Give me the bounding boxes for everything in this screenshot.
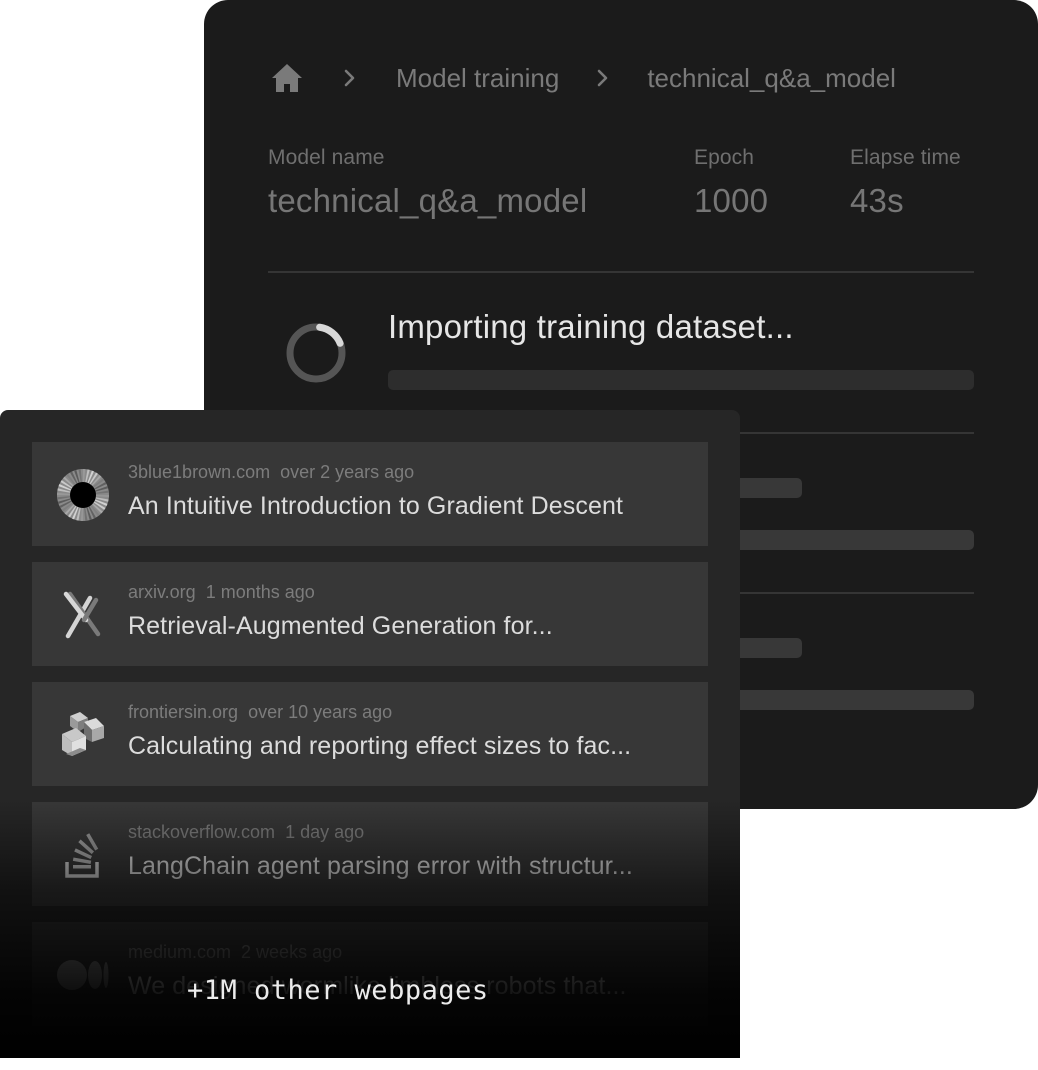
source-title[interactable]: LangChain agent parsing error with struc… xyxy=(128,852,633,881)
home-icon[interactable] xyxy=(270,61,304,95)
source-title[interactable]: Retrieval-Augmented Generation for... xyxy=(128,612,553,641)
source-domain: medium.com 2 weeks ago xyxy=(128,942,343,962)
list-item[interactable]: stackoverflow.com 1 day ago LangChain age… xyxy=(32,802,708,906)
list-item[interactable]: arxiv.org 1 months ago Retrieval-Augmente… xyxy=(32,562,708,666)
list-item[interactable]: medium.com 2 weeks ago We designed wormli… xyxy=(32,922,708,1026)
source-domain: stackoverflow.com 1 day ago xyxy=(128,822,365,842)
chevron-right-icon xyxy=(344,69,355,87)
medium-logo-icon xyxy=(57,960,109,990)
breadcrumb: Model training technical_q&a_model xyxy=(270,60,896,96)
list-item[interactable]: frontiersin.org over 10 years ago Calcula… xyxy=(32,682,708,786)
source-age: over 2 years ago xyxy=(280,462,415,482)
step-progress-bar xyxy=(388,370,974,390)
spinner-icon xyxy=(286,323,346,383)
epoch-value: 1000 xyxy=(694,182,769,219)
list-item[interactable]: 3blue1brown.com over 2 years ago An Intui… xyxy=(32,442,708,546)
source-age: 2 weeks ago xyxy=(241,942,343,962)
elapse-time-value: 43s xyxy=(850,182,904,219)
breadcrumb-model-training[interactable]: Model training xyxy=(396,63,559,94)
stackoverflow-logo-icon xyxy=(65,833,99,878)
source-age: 1 months ago xyxy=(205,582,315,602)
divider xyxy=(268,271,974,273)
source-domain: arxiv.org 1 months ago xyxy=(128,582,315,602)
more-webpages-label: +1M other webpages xyxy=(187,975,489,1006)
elapse-time-label: Elapse time xyxy=(850,146,961,169)
step-title: Importing training dataset... xyxy=(388,308,794,345)
source-domain: 3blue1brown.com over 2 years ago xyxy=(128,462,415,482)
source-title[interactable]: An Intuitive Introduction to Gradient De… xyxy=(128,492,623,521)
3blue1brown-logo-icon xyxy=(57,469,109,521)
model-name-value: technical_q&a_model xyxy=(268,182,588,219)
epoch-label: Epoch xyxy=(694,146,755,169)
breadcrumb-current-model[interactable]: technical_q&a_model xyxy=(647,63,896,94)
chevron-right-icon xyxy=(598,69,608,87)
frontiers-logo-icon xyxy=(62,712,104,756)
source-title[interactable]: Calculating and reporting effect sizes t… xyxy=(128,732,631,761)
source-age: 1 day ago xyxy=(285,822,365,842)
model-name-label: Model name xyxy=(268,146,385,169)
source-domain: frontiersin.org over 10 years ago xyxy=(128,702,393,722)
arxiv-logo-icon xyxy=(63,591,101,639)
model-name-field: Model name technical_q&a_model xyxy=(268,146,587,220)
epoch-field: Epoch 1000 xyxy=(694,146,768,220)
elapse-time-field: Elapse time 43s xyxy=(850,146,961,220)
source-age: over 10 years ago xyxy=(248,702,393,722)
sources-panel: 3blue1brown.com over 2 years ago An Intui… xyxy=(0,410,740,1058)
source-list: 3blue1brown.com over 2 years ago An Intui… xyxy=(32,442,708,1042)
